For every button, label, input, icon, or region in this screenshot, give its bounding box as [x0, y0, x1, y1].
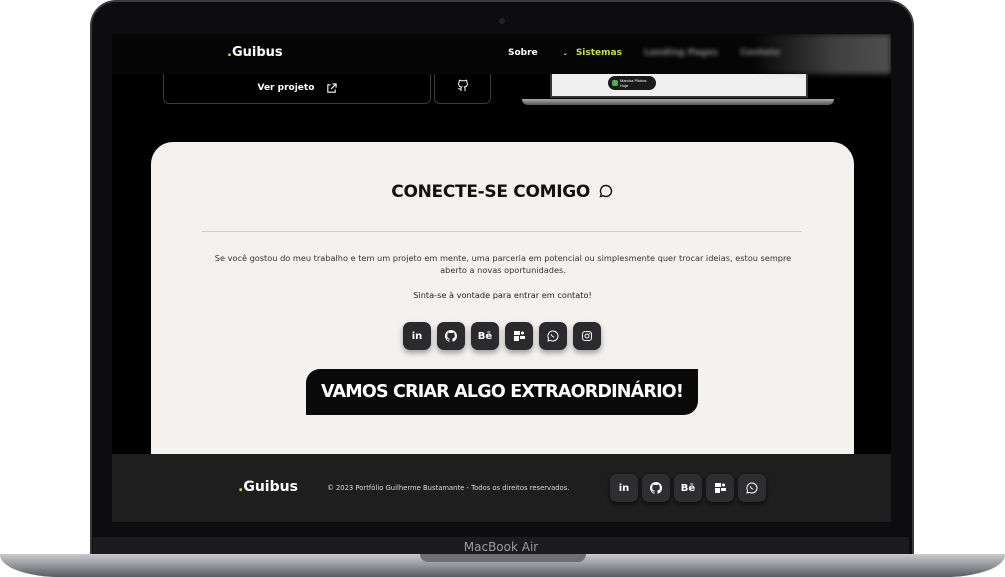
footer-behance-button[interactable]: Bē [674, 474, 702, 502]
contact-title: CONECTE-SE COMIGO [151, 182, 854, 202]
footer-logo[interactable]: .Guibus [238, 479, 298, 495]
behance-icon: Bē [477, 330, 493, 342]
nav-item-sistemas[interactable]: Sistemas [576, 48, 622, 58]
workana-button[interactable] [505, 322, 533, 350]
chevron-down-icon: ⌄ [562, 50, 568, 57]
site-header: .Guibus Sobre ⌄ Sistemas Landing Pages C… [112, 34, 891, 74]
laptop-base [0, 554, 1005, 577]
site-footer: .Guibus © 2023 Portfólio Guilherme Busta… [112, 454, 891, 522]
external-link-icon [326, 82, 337, 94]
nav-sobre-label: Sobre [508, 48, 538, 58]
chat-bubble-icon [598, 183, 614, 199]
instagram-icon [581, 330, 593, 342]
view-project-label: Ver projeto [257, 83, 315, 93]
contact-title-text: CONECTE-SE COMIGO [391, 182, 591, 202]
linkedin-icon: in [618, 482, 630, 494]
header-blur-overlay [751, 34, 891, 74]
toast-sub: Hoje [620, 83, 629, 88]
behance-button[interactable]: Bē [471, 322, 499, 350]
base-notch [420, 554, 586, 562]
cta-banner: VAMOS CRIAR ALGO EXTRAORDINÁRIO! [306, 369, 698, 415]
project-preview-image: Marcha Pilotos Hoje [522, 74, 834, 106]
nav-item-sobre[interactable]: Sobre ⌄ [508, 48, 568, 58]
footer-copyright: © 2023 Portfólio Guilherme Bustamante - … [327, 484, 570, 492]
preview-toast: Marcha Pilotos Hoje [608, 76, 656, 90]
workana-icon [714, 482, 727, 494]
contact-paragraph: Se você gostou do meu trabalho e tem um … [214, 253, 792, 275]
camera [499, 18, 505, 24]
behance-icon: Bē [680, 482, 696, 494]
divider [202, 231, 802, 232]
whatsapp-button[interactable] [539, 322, 567, 350]
contact-section: CONECTE-SE COMIGO Se você gostou do meu … [151, 142, 854, 462]
contact-invite: Sinta-se à vontade para entrar em contat… [413, 290, 592, 300]
linkedin-button[interactable]: in [403, 322, 431, 350]
linkedin-icon: in [411, 330, 423, 342]
workana-icon [513, 330, 526, 342]
contact-socials: in Bē [403, 322, 601, 350]
github-icon [445, 330, 457, 342]
footer-socials: in Bē [610, 474, 766, 502]
footer-whatsapp-button[interactable] [738, 474, 766, 502]
footer-workana-button[interactable] [706, 474, 734, 502]
footer-github-button[interactable] [642, 474, 670, 502]
footer-linkedin-button[interactable]: in [610, 474, 638, 502]
github-button[interactable] [437, 322, 465, 350]
footer-logo-text: Guibus [243, 479, 298, 495]
nav-item-landing-pages[interactable]: Landing Pages [644, 48, 718, 58]
whatsapp-icon [547, 330, 559, 342]
instagram-button[interactable] [573, 322, 601, 350]
whatsapp-icon [746, 482, 758, 494]
device-label: MacBook Air [463, 540, 539, 554]
browser-screen: Ver projeto Marcha Pilotos Hoje .Guibus S… [112, 34, 891, 522]
view-project-button[interactable]: Ver projeto [163, 74, 431, 104]
logo-text: Guibus [231, 45, 283, 60]
github-icon [650, 482, 662, 494]
project-github-button[interactable] [434, 74, 491, 104]
site-logo[interactable]: .Guibus [227, 45, 283, 60]
github-icon [457, 79, 469, 92]
